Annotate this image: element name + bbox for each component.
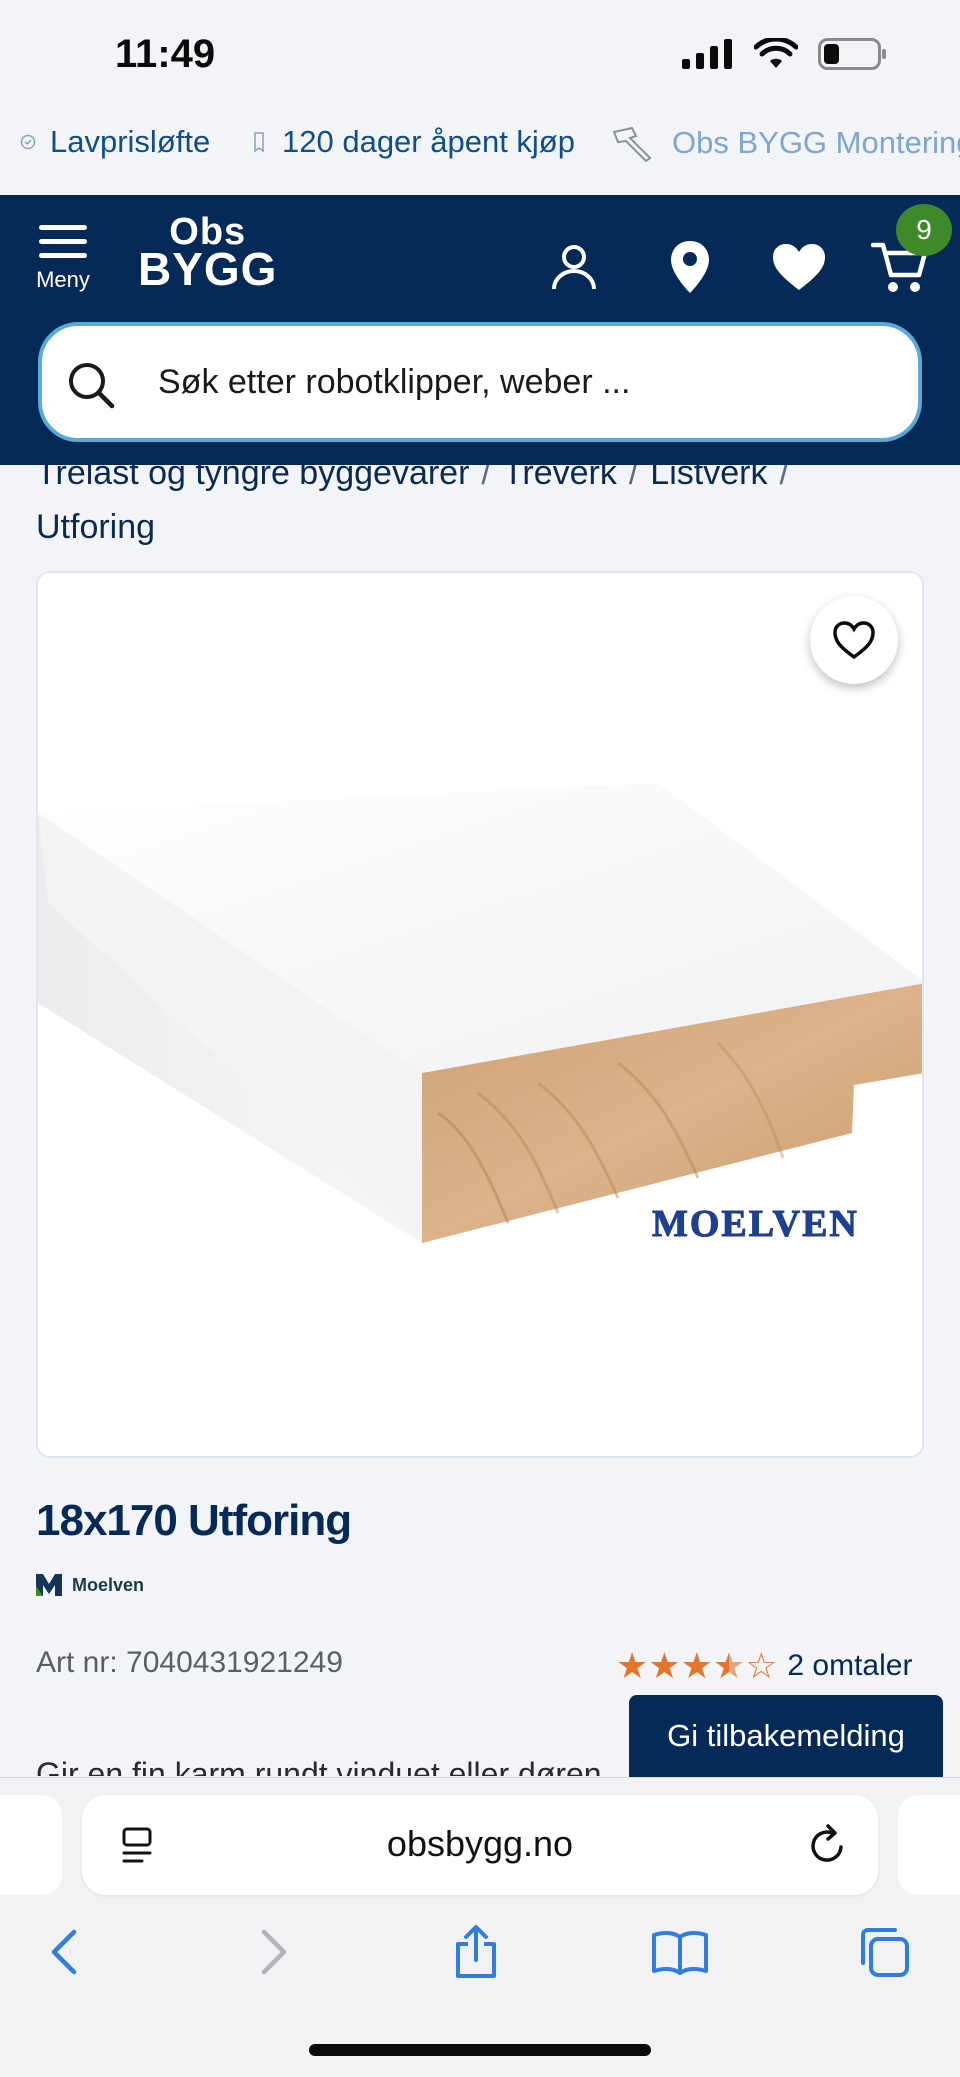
add-to-favorites-button[interactable] (810, 596, 898, 684)
tabs-button[interactable] (852, 1920, 916, 1984)
chevron-left-icon (51, 1929, 77, 1975)
book-icon (652, 1930, 708, 1975)
breadcrumb-container: Trelast og tyngre byggevarer / Treverk / Lis… (0, 465, 960, 560)
chevron-right-icon (261, 1929, 287, 1975)
receipt-icon (254, 132, 264, 153)
moelven-logo-icon (36, 1574, 62, 1596)
heart-icon (773, 244, 825, 290)
rating-summary[interactable]: ★ ★ ★ ★ ☆ 2 omtaler (616, 1648, 912, 1684)
logo-bottom: BYGG (138, 243, 278, 296)
check-circle-icon (20, 134, 36, 150)
menu-label: Meny (36, 267, 90, 292)
location-pin-icon (671, 241, 709, 293)
forward-button[interactable] (242, 1920, 306, 1984)
feedback-button[interactable]: Gi tilbakemelding (629, 1695, 943, 1777)
usp-label: Obs BYGG Montering (672, 125, 960, 160)
product-image (38, 573, 922, 1456)
star-full-icon: ★ (680, 1645, 713, 1686)
usp-item-lavprisloefte[interactable]: Lavprisløfte (20, 124, 210, 160)
reload-icon[interactable] (808, 1823, 848, 1867)
account-button[interactable] (542, 235, 606, 299)
search-box[interactable] (38, 322, 922, 442)
wifi-icon (754, 38, 798, 68)
bookmarks-button[interactable] (648, 1920, 712, 1984)
product-title: 18x170 Utforing (36, 1496, 352, 1545)
cart-count-badge: 9 (896, 204, 952, 256)
status-bar: 11:49 (0, 0, 960, 110)
usp-item-aapent-kjoep[interactable]: 120 dager åpent kjøp (250, 124, 575, 160)
usp-strip: Lavprisløfte 120 dager åpent kjøp Obs BY… (0, 110, 960, 195)
hammer-icon (612, 126, 652, 162)
brand-link[interactable]: Moelven (36, 1574, 144, 1596)
heart-outline-icon (833, 621, 875, 660)
search-icon (69, 363, 115, 409)
breadcrumb-link[interactable]: Listverk (650, 465, 767, 492)
breadcrumb: Trelast og tyngre byggevarer / Treverk / Lis… (36, 465, 936, 554)
usp-label: 120 dager åpent kjøp (282, 124, 575, 159)
share-button[interactable] (444, 1920, 508, 1984)
usp-label: Lavprisløfte (50, 124, 211, 159)
menu-button[interactable]: Meny (28, 225, 98, 303)
status-icons (682, 38, 888, 70)
next-tab-preview[interactable] (898, 1795, 960, 1895)
status-time: 11:49 (115, 32, 216, 76)
breadcrumb-current[interactable]: Utforing (36, 508, 155, 546)
share-icon (456, 1925, 496, 1978)
favorites-button[interactable] (767, 235, 831, 299)
product-image-card[interactable] (36, 571, 924, 1458)
breadcrumb-link[interactable]: Treverk (503, 465, 617, 492)
breadcrumb-link[interactable]: Trelast og tyngre byggevarer (36, 465, 469, 492)
battery-icon (818, 38, 886, 70)
moelven-image-logo: MOELVEN (652, 1203, 859, 1246)
user-icon (552, 245, 596, 290)
cellular-signal-icon (682, 39, 732, 69)
back-button[interactable] (32, 1920, 96, 1984)
article-number: Art nr: 7040431921249 (36, 1646, 343, 1679)
reviews-count[interactable]: 2 omtaler (787, 1649, 912, 1683)
url-text: obsbygg.no (386, 1823, 574, 1864)
previous-tab-preview[interactable] (0, 1795, 62, 1895)
search-input[interactable] (158, 354, 878, 410)
star-full-icon: ★ (648, 1645, 681, 1686)
star-full-icon: ★ (616, 1645, 649, 1686)
tabs-icon (861, 1928, 909, 1977)
obs-bygg-logo[interactable]: Obs BYGG (138, 213, 278, 296)
brand-name: Moelven (72, 1574, 145, 1595)
address-bar[interactable]: obsbygg.no (82, 1795, 878, 1895)
store-locator-button[interactable] (658, 235, 722, 299)
home-indicator (309, 2044, 651, 2056)
usp-item-montering[interactable]: Obs BYGG Montering (610, 124, 960, 162)
star-half-icon: ★ (712, 1645, 746, 1686)
product-description: Gir en fin karm rundt vinduet eller døre… (36, 1756, 602, 1776)
star-empty-icon: ☆ (745, 1645, 778, 1686)
hamburger-icon (28, 225, 98, 258)
